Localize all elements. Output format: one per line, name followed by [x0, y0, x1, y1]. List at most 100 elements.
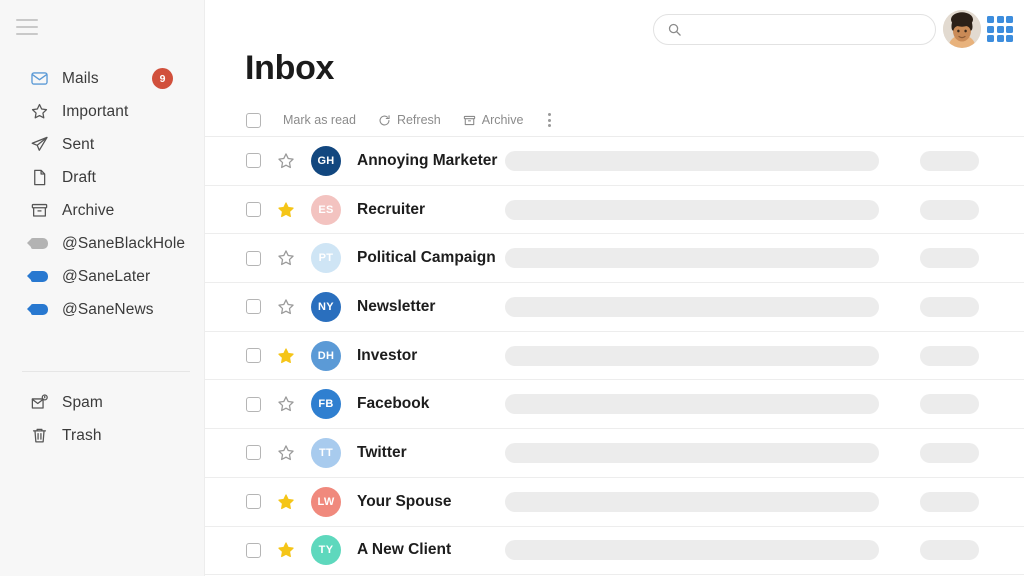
sidebar-primary-nav: Mails 9 Important Sent Draft Archive @Sa…: [0, 62, 205, 326]
subject-placeholder: [505, 199, 879, 220]
refresh-icon: [378, 114, 391, 127]
email-select-checkbox[interactable]: [246, 542, 261, 558]
sidebar-item-label: @SaneNews: [62, 300, 154, 318]
star-filled-icon[interactable]: [277, 541, 295, 559]
sidebar-item-sent[interactable]: Sent: [0, 128, 205, 161]
user-avatar[interactable]: [943, 10, 981, 48]
date-placeholder: [920, 248, 979, 269]
email-select-checkbox[interactable]: [246, 348, 261, 364]
star-filled-icon[interactable]: [277, 201, 295, 219]
sidebar-item-mails[interactable]: Mails 9: [0, 62, 205, 95]
sender-name: Twitter: [357, 443, 407, 461]
star-outline-icon[interactable]: [277, 152, 295, 170]
star-filled-icon[interactable]: [277, 493, 295, 511]
sender-avatar: TY: [311, 535, 341, 566]
apps-grid-cell: [996, 16, 1004, 23]
list-toolbar: Mark as read Refresh Archive: [205, 104, 1024, 137]
email-row[interactable]: LW Your Spouse: [205, 477, 1024, 527]
sidebar-item-label: @SaneBlackHole: [62, 234, 186, 252]
tag-icon: [26, 233, 50, 255]
sidebar-item-trash[interactable]: Trash: [0, 419, 205, 452]
email-select-checkbox[interactable]: [246, 153, 261, 169]
page-title: Inbox: [245, 49, 335, 87]
subject-placeholder: [505, 394, 879, 415]
email-row[interactable]: PT Political Campaign: [205, 234, 1024, 284]
sender-avatar: GH: [311, 145, 341, 176]
sender-name: Your Spouse: [357, 492, 452, 510]
sender-name: Facebook: [357, 395, 430, 413]
apps-grid-cell: [996, 25, 1004, 33]
hamburger-line: [16, 26, 38, 28]
sidebar-item-spam[interactable]: Spam: [0, 386, 205, 419]
hamburger-line: [16, 33, 38, 35]
mails-unread-badge: 9: [152, 68, 173, 89]
date-placeholder: [920, 296, 979, 317]
email-select-checkbox[interactable]: [246, 445, 261, 461]
sidebar-item-label: Draft: [62, 168, 97, 186]
apps-grid-icon[interactable]: [987, 16, 1013, 42]
subject-placeholder: [505, 296, 879, 317]
sidebar-item-sanelater[interactable]: @SaneLater: [0, 260, 205, 293]
archive-button[interactable]: Archive: [463, 113, 524, 127]
email-row[interactable]: DH Investor: [205, 331, 1024, 381]
email-row[interactable]: NY Newsletter: [205, 283, 1024, 332]
more-options-icon[interactable]: [546, 111, 553, 129]
apps-grid-cell: [996, 35, 1004, 42]
sidebar-item-label: Spam: [62, 393, 103, 411]
email-select-checkbox[interactable]: [246, 250, 261, 266]
subject-placeholder: [505, 248, 879, 269]
date-placeholder: [920, 150, 979, 171]
sidebar-item-sanenews[interactable]: @SaneNews: [0, 293, 205, 326]
subject-placeholder: [505, 491, 879, 512]
date-placeholder: [920, 491, 979, 512]
email-row[interactable]: GH Annoying Marketer: [205, 137, 1024, 186]
star-outline-icon[interactable]: [277, 249, 295, 267]
email-select-checkbox[interactable]: [246, 494, 261, 510]
document-icon: [28, 167, 50, 189]
email-row[interactable]: TT Twitter: [205, 429, 1024, 478]
main-content: Inbox Mark as read Refresh Archive GH An…: [205, 0, 1024, 576]
sender-avatar: DH: [311, 340, 341, 371]
sidebar-item-archive[interactable]: Archive: [0, 194, 205, 227]
sidebar-item-important[interactable]: Important: [0, 95, 205, 128]
apps-grid-cell: [987, 25, 994, 33]
refresh-button[interactable]: Refresh: [378, 113, 441, 127]
mark-as-read-button[interactable]: Mark as read: [283, 113, 356, 127]
email-row[interactable]: ES Recruiter: [205, 185, 1024, 235]
date-placeholder: [920, 442, 979, 463]
email-row[interactable]: TY A New Client: [205, 526, 1024, 576]
subject-placeholder: [505, 442, 879, 463]
sidebar-item-label: Trash: [62, 426, 102, 444]
email-select-checkbox[interactable]: [246, 396, 261, 412]
sender-avatar: LW: [311, 486, 341, 517]
star-filled-icon[interactable]: [277, 347, 295, 365]
trash-icon: [28, 425, 50, 447]
sidebar-secondary-nav: Spam Trash: [0, 386, 205, 452]
search-input[interactable]: [690, 22, 920, 37]
dot: [548, 113, 552, 116]
envelope-icon: [28, 68, 50, 90]
star-outline-icon[interactable]: [277, 444, 295, 462]
sidebar-item-label: Sent: [62, 135, 95, 153]
search-bar[interactable]: [653, 14, 936, 45]
date-placeholder: [920, 540, 979, 561]
star-outline-icon[interactable]: [277, 395, 295, 413]
select-all-checkbox[interactable]: [246, 112, 261, 128]
sender-name: Recruiter: [357, 200, 426, 218]
sender-avatar: FB: [311, 389, 341, 420]
email-list: GH Annoying Marketer ES Recruiter PT Pol…: [205, 137, 1024, 576]
star-outline-icon[interactable]: [277, 298, 295, 316]
sidebar-item-saneblackhole[interactable]: @SaneBlackHole: [0, 227, 205, 260]
email-row[interactable]: FB Facebook: [205, 380, 1024, 430]
email-select-checkbox[interactable]: [246, 202, 261, 218]
date-placeholder: [920, 199, 979, 220]
email-select-checkbox[interactable]: [246, 299, 261, 315]
archive-label: Archive: [481, 113, 524, 127]
hamburger-menu-icon[interactable]: [16, 19, 38, 35]
sidebar-item-draft[interactable]: Draft: [0, 161, 205, 194]
date-placeholder: [920, 345, 979, 366]
apps-grid-cell: [1006, 25, 1013, 33]
paper-plane-icon: [28, 134, 50, 156]
sender-name: Newsletter: [357, 297, 436, 315]
dot: [548, 124, 552, 127]
